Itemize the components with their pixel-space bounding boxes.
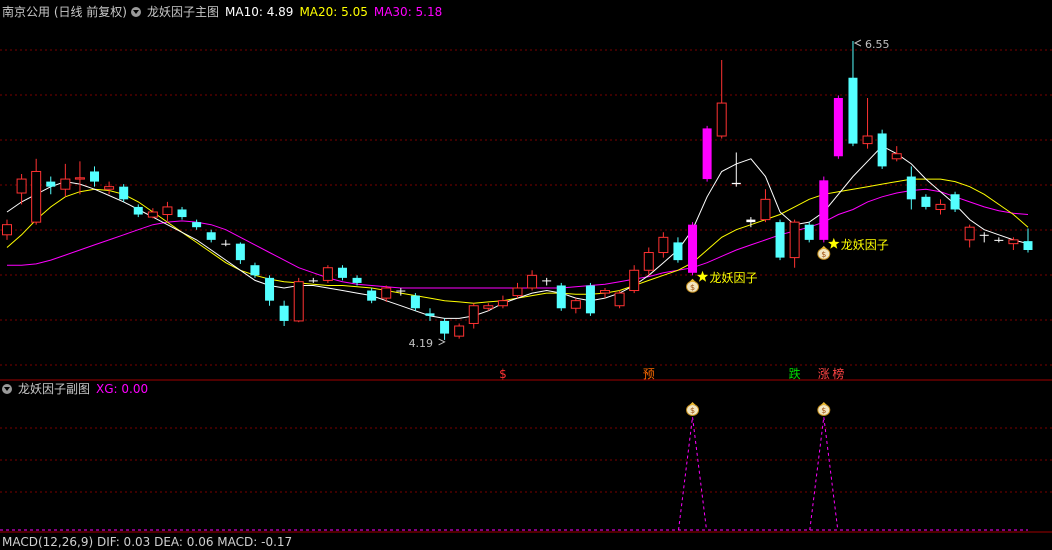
xg-spike [809, 416, 839, 531]
candle-body [848, 77, 858, 144]
candle-body [527, 274, 538, 289]
money-bag-icon-tie [689, 278, 696, 282]
candle-body [352, 277, 362, 283]
star-icon [828, 237, 840, 249]
max-arrow [853, 39, 862, 47]
candle-body [74, 177, 85, 180]
candle-body [570, 300, 581, 309]
candle-body [556, 285, 566, 309]
chart-marker-57: 榜 [832, 366, 844, 381]
candle-body [31, 170, 42, 223]
candle-body [483, 305, 494, 309]
candle-body [994, 239, 1004, 241]
candle-body [512, 287, 523, 297]
candle-body [658, 236, 669, 254]
candle-body [950, 194, 960, 210]
candle-body [542, 280, 552, 282]
money-bag-icon-symbol: $ [821, 250, 826, 259]
candle-body [600, 290, 611, 294]
candle-body [337, 267, 347, 278]
candle-body [629, 269, 640, 292]
candle-body [177, 209, 187, 218]
candle-body [804, 224, 814, 240]
candle-body [322, 267, 333, 281]
candle-body [833, 98, 843, 157]
candle-body [643, 252, 654, 271]
candle-body [206, 232, 216, 240]
candle-body [1023, 241, 1033, 250]
signal-label: 龙妖因子 [841, 238, 889, 252]
candle-body [673, 242, 683, 261]
candle-body [716, 102, 727, 137]
candle-body [979, 234, 989, 236]
candle-body [381, 287, 392, 299]
candle-body [891, 153, 902, 160]
stock-chart-svg[interactable]: 6.55 4.19 $ 龙妖因子 $ 龙妖因子 $ 预 跌 涨榜 $ $ [0, 0, 1052, 541]
candle-body [265, 277, 275, 301]
candle-body [192, 222, 202, 228]
chart-marker-54: 跌 [789, 366, 801, 381]
candle-body [702, 128, 712, 180]
candle-body [775, 222, 785, 258]
candle-body [819, 180, 829, 240]
candle-body [60, 178, 71, 190]
candle-body [731, 182, 741, 185]
max-price-label: 6.55 [865, 38, 890, 51]
candle-body [614, 292, 625, 307]
sub-money-bag-icon-symbol: $ [690, 406, 695, 415]
candle-body [119, 186, 129, 200]
candle-body [367, 290, 377, 301]
candle-body [746, 219, 756, 223]
money-bag-icon-tie [820, 245, 827, 249]
candle-body [906, 176, 916, 200]
sub-money-bag-icon-tie [689, 402, 696, 405]
signal-label: 龙妖因子 [710, 271, 758, 285]
candle-body [250, 265, 260, 276]
money-bag-icon-symbol: $ [690, 283, 695, 292]
candle-body [147, 211, 158, 218]
candle-body [133, 206, 143, 215]
candle-body [293, 281, 304, 322]
candle-body [308, 280, 318, 282]
candle-body [440, 320, 450, 334]
candle-body [104, 186, 115, 190]
candle-body [410, 295, 420, 309]
sub-money-bag-icon-tie [820, 402, 827, 405]
chart-marker-34: $ [499, 367, 507, 381]
candle-body [279, 305, 289, 321]
min-price-label: 4.19 [409, 337, 434, 350]
min-arrow [438, 338, 446, 346]
candle-body [468, 305, 479, 324]
candle-body [585, 285, 595, 314]
candle-body [497, 300, 508, 307]
candle-body [789, 221, 800, 259]
chart-marker-44: 预 [643, 367, 655, 381]
candle-body [90, 171, 100, 182]
candle-body [862, 135, 873, 145]
candle-body [454, 325, 465, 337]
candle-body [935, 203, 946, 210]
star-icon [696, 270, 709, 282]
chart-marker-56: 涨 [818, 366, 830, 381]
candle-body [921, 196, 931, 207]
candle-body [16, 178, 27, 194]
xg-spike [678, 416, 708, 531]
candle-body [396, 290, 406, 292]
candle-body [2, 224, 12, 236]
candle-body [760, 198, 771, 221]
candle-body [162, 206, 173, 216]
sub-money-bag-icon-symbol: $ [821, 406, 826, 415]
candle-body [235, 243, 245, 261]
candle-body [221, 243, 231, 245]
candle-body [877, 133, 887, 167]
candle-body [46, 181, 56, 187]
candle-body [964, 226, 975, 241]
candle-body [425, 313, 435, 316]
candle-body [688, 224, 698, 273]
candle-body [1008, 239, 1019, 245]
